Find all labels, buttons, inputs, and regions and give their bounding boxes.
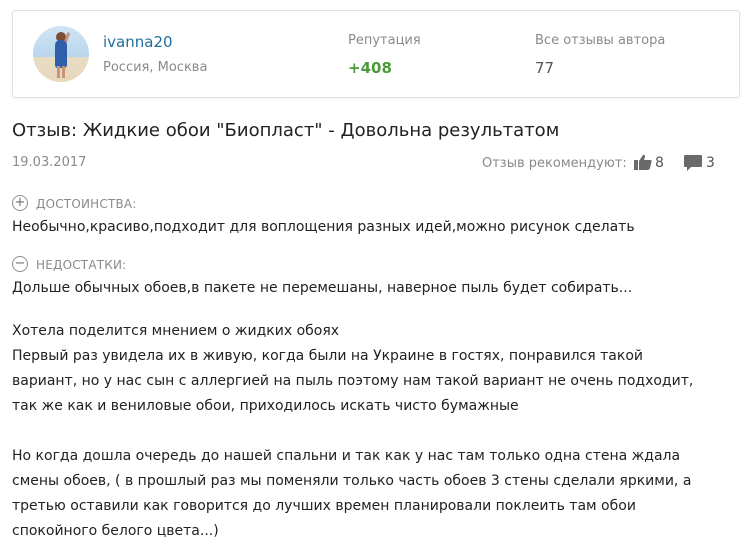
plus-circle-icon: +: [12, 195, 28, 211]
all-reviews-count: 77: [535, 59, 555, 77]
avatar-figure-leg: [62, 66, 65, 78]
comments-count: 3: [706, 155, 715, 171]
likes-count: 8: [655, 155, 664, 171]
avatar[interactable]: [33, 26, 89, 82]
avatar-figure-body: [55, 40, 67, 68]
thumbs-up-icon[interactable]: [634, 154, 652, 170]
review-body-line: Первый раз увидела их в живую, когда был…: [12, 348, 643, 364]
recommend-label: Отзыв рекомендуют:: [482, 156, 627, 171]
avatar-figure-leg: [57, 66, 60, 78]
comment-bubble-icon[interactable]: [684, 155, 702, 171]
author-location: Россия, Москва: [103, 60, 208, 75]
all-reviews-link[interactable]: Все отзывы автора: [535, 33, 665, 48]
cons-text: Дольше обычных обоев,в пакете не перемеш…: [12, 280, 633, 296]
review-date: 19.03.2017: [12, 155, 87, 170]
review-body-line: так же как и вениловые обои, приходилось…: [12, 398, 519, 414]
review-body-line: Хотела поделится мнением о жидких обоях: [12, 323, 340, 339]
minus-circle-icon: −: [12, 256, 28, 272]
reputation-value: +408: [348, 59, 392, 77]
review-body-line: спокойного белого цвета...): [12, 523, 219, 539]
review-body-line: смены обоев, ( в прошлый раз мы поменяли…: [12, 473, 692, 489]
cons-label: НЕДОСТАТКИ:: [36, 258, 127, 272]
reputation-label: Репутация: [348, 33, 421, 48]
author-name-link[interactable]: ivanna20: [103, 33, 173, 51]
pros-text: Необычно,красиво,подходит для воплощения…: [12, 219, 635, 235]
review-body-line: вариант, но у нас сын с аллергией на пыл…: [12, 373, 694, 389]
review-title: Отзыв: Жидкие обои "Биопласт" - Довольна…: [12, 120, 560, 141]
review-body-line: Но когда дошла очередь до нашей спальни …: [12, 448, 681, 464]
review-body-line: третью оставили как говорится до лучших …: [12, 498, 636, 514]
author-card: ivanna20 Россия, Москва Репутация +408 В…: [12, 10, 740, 98]
pros-label: ДОСТОИНСТВА:: [36, 197, 137, 211]
